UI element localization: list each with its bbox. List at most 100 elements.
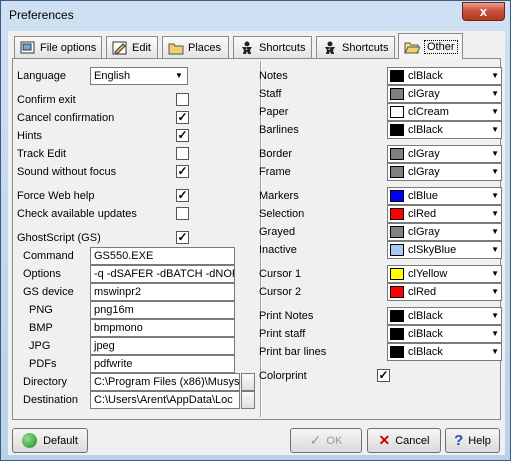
chevron-down-icon: ▼ <box>491 347 499 356</box>
staff-color-select[interactable]: clGray ▼ <box>387 85 502 103</box>
tab-shortcuts-1[interactable]: 1 Shortcuts <box>233 36 312 58</box>
cursor-2-color-select[interactable]: clRed ▼ <box>387 283 502 301</box>
folder-open-icon <box>404 40 421 54</box>
force-web-help-label: Force Web help <box>17 190 95 202</box>
chevron-down-icon: ▼ <box>491 329 499 338</box>
hints-checkbox[interactable]: ✓ <box>176 129 189 142</box>
command-label: Command <box>23 250 74 262</box>
png-input[interactable]: png16m <box>90 301 235 319</box>
color-swatch <box>390 148 404 160</box>
tab-other[interactable]: Other <box>398 33 463 59</box>
svg-text:1: 1 <box>245 46 248 52</box>
colorprint-label: Colorprint <box>259 370 307 382</box>
color-value: clCream <box>408 106 449 118</box>
title-bar[interactable]: Preferences x <box>1 1 510 31</box>
markers-color-label: Markers <box>259 190 299 202</box>
force-web-help-checkbox[interactable]: ✓ <box>176 189 189 202</box>
default-button[interactable]: Default <box>12 428 88 453</box>
folder-icon <box>168 41 184 55</box>
print-staff-color-select[interactable]: clBlack ▼ <box>387 325 502 343</box>
color-swatch <box>390 346 404 358</box>
color-swatch <box>390 70 404 82</box>
file-options-icon <box>20 41 36 55</box>
tab-places[interactable]: Places <box>162 36 229 58</box>
bmp-input[interactable]: bmpmono <box>90 319 235 337</box>
chevron-down-icon: ▼ <box>175 71 183 80</box>
chevron-down-icon: ▼ <box>491 245 499 254</box>
ghostscript-checkbox[interactable]: ✓ <box>176 231 189 244</box>
track-edit-label: Track Edit <box>17 148 67 160</box>
confirm-exit-checkbox[interactable] <box>176 93 189 106</box>
tab-edit[interactable]: Edit <box>106 36 158 58</box>
cross-icon: ✕ <box>378 432 391 448</box>
cursor-1-color-select[interactable]: clYellow ▼ <box>387 265 502 283</box>
color-swatch <box>390 88 404 100</box>
selection-color-select[interactable]: clRed ▼ <box>387 205 502 223</box>
destination-browse-button[interactable] <box>241 391 255 409</box>
language-select[interactable]: English ▼ <box>90 67 188 85</box>
options-input[interactable]: -q -dSAFER -dBATCH -dNOPA <box>90 265 235 283</box>
help-button[interactable]: ? Help <box>445 428 500 453</box>
directory-browse-button[interactable] <box>241 373 255 391</box>
color-swatch <box>390 226 404 238</box>
edit-icon <box>112 41 128 55</box>
grayed-color-select[interactable]: clGray ▼ <box>387 223 502 241</box>
inactive-color-select[interactable]: clSkyBlue ▼ <box>387 241 502 259</box>
track-edit-checkbox[interactable] <box>176 147 189 160</box>
print-notes-color-select[interactable]: clBlack ▼ <box>387 307 502 325</box>
pdf-input[interactable]: pdfwrite <box>90 355 235 373</box>
color-value: clGray <box>408 88 440 100</box>
command-input[interactable]: GS550.EXE <box>90 247 235 265</box>
options-label: Options <box>23 268 61 280</box>
png-label: PNG <box>29 304 53 316</box>
chevron-down-icon: ▼ <box>491 287 499 296</box>
notes-color-select[interactable]: clBlack ▼ <box>387 67 502 85</box>
sound-without-focus-checkbox[interactable]: ✓ <box>176 165 189 178</box>
staff-color-label: Staff <box>259 88 282 100</box>
cursor-2-color-label: Cursor 2 <box>259 286 302 298</box>
border-color-label: Border <box>259 148 293 160</box>
chevron-down-icon: ▼ <box>491 269 499 278</box>
tab-label: Other <box>424 39 458 54</box>
cancel-confirmation-checkbox[interactable]: ✓ <box>176 111 189 124</box>
print-bar-lines-color-label: Print bar lines <box>259 346 327 358</box>
colorprint-checkbox[interactable]: ✓ <box>377 369 390 382</box>
confirm-exit-label: Confirm exit <box>17 94 76 106</box>
question-icon: ? <box>454 432 464 449</box>
color-value: clBlack <box>408 70 443 82</box>
chevron-down-icon: ▼ <box>491 209 499 218</box>
cancel-button[interactable]: ✕ Cancel <box>367 428 441 453</box>
color-swatch <box>390 124 404 136</box>
color-swatch <box>390 286 404 298</box>
barlines-color-select[interactable]: clBlack ▼ <box>387 121 502 139</box>
tab-file-options[interactable]: File options <box>14 36 102 58</box>
chevron-down-icon: ▼ <box>491 311 499 320</box>
close-button[interactable]: x <box>462 2 505 21</box>
grayed-color-label: Grayed <box>259 226 296 238</box>
color-value: clBlack <box>408 328 443 340</box>
chevron-down-icon: ▼ <box>491 71 499 80</box>
markers-color-select[interactable]: clBlue ▼ <box>387 187 502 205</box>
frame-color-select[interactable]: clGray ▼ <box>387 163 502 181</box>
color-swatch <box>390 268 404 280</box>
shortcuts-2-icon: 2 <box>322 41 338 55</box>
ok-button[interactable]: ✓ OK <box>290 428 362 453</box>
color-value: clBlack <box>408 124 443 136</box>
gs-device-input[interactable]: mswinpr2 <box>90 283 235 301</box>
dialog-client: File options Edit Places 1 Shortcuts 2 S… <box>8 31 505 455</box>
cancel-button-label: Cancel <box>395 434 430 447</box>
check-updates-checkbox[interactable] <box>176 207 189 220</box>
color-swatch <box>390 244 404 256</box>
destination-input[interactable]: C:\Users\Arent\AppData\Loc <box>90 391 240 409</box>
border-color-select[interactable]: clGray ▼ <box>387 145 502 163</box>
tab-label: Places <box>188 41 222 54</box>
jpg-input[interactable]: jpeg <box>90 337 235 355</box>
paper-color-select[interactable]: clCream ▼ <box>387 103 502 121</box>
print-bar-lines-color-select[interactable]: clBlack ▼ <box>387 343 502 361</box>
tab-shortcuts-2[interactable]: 2 Shortcuts <box>316 36 395 58</box>
chevron-down-icon: ▼ <box>491 125 499 134</box>
tab-panel-other: Language English ▼ Confirm exit Cancel c… <box>12 58 502 420</box>
check-updates-label: Check available updates <box>17 208 137 220</box>
directory-input[interactable]: C:\Program Files (x86)\Musys <box>90 373 240 391</box>
ok-button-label: OK <box>326 434 343 447</box>
